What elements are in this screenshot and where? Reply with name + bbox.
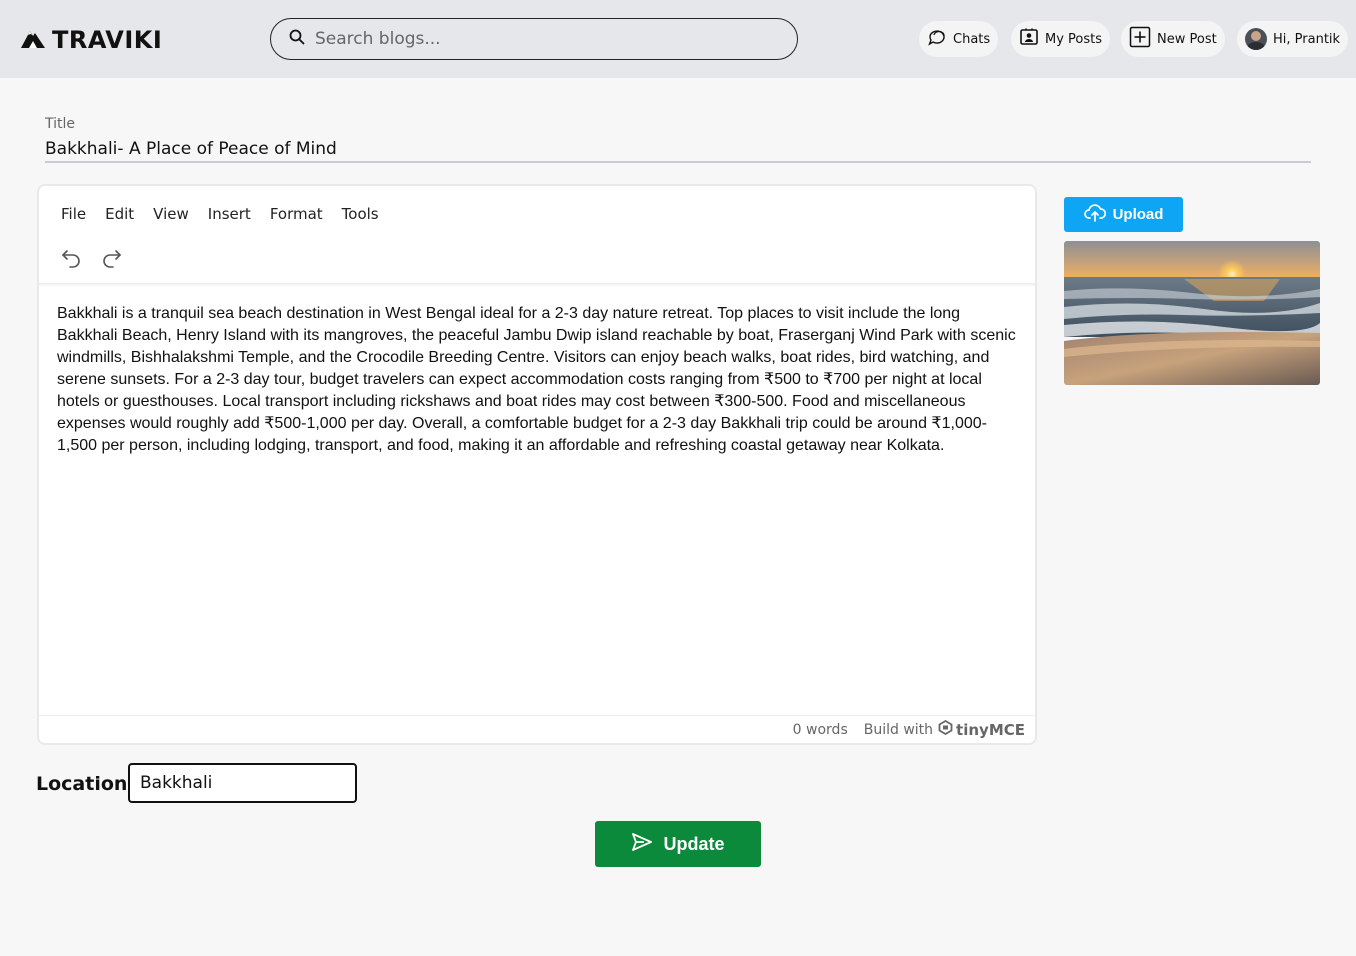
nav-new-post-label: New Post	[1157, 31, 1217, 47]
editor-statusbar: 0 words Build with tinyMCE	[39, 715, 1035, 743]
tinymce-link[interactable]: tinyMCE	[938, 719, 1025, 739]
search-bar	[270, 18, 798, 60]
nav-chats-button[interactable]: Chats	[919, 21, 999, 57]
nav-my-posts-label: My Posts	[1045, 31, 1103, 47]
menu-format[interactable]: Format	[270, 205, 323, 223]
redo-icon[interactable]	[100, 246, 124, 270]
menu-insert[interactable]: Insert	[208, 205, 251, 223]
menu-file[interactable]: File	[61, 205, 86, 223]
mountain-logo-icon	[20, 27, 46, 53]
top-header: TRAVIKI Chats My Posts New Post Hi, Pran…	[0, 0, 1356, 78]
avatar	[1245, 28, 1267, 50]
nav-profile-button[interactable]: Hi, Prantik	[1237, 21, 1349, 57]
editor-toolbar	[59, 246, 124, 270]
beach-sunset-image	[1064, 241, 1320, 385]
chat-icon	[927, 27, 947, 51]
word-count[interactable]: 0 words	[793, 722, 848, 738]
build-with-label: Build with	[863, 721, 934, 738]
menu-edit[interactable]: Edit	[105, 205, 134, 223]
title-label: Title	[45, 116, 76, 132]
editor-content[interactable]: Bakkhali is a tranquil sea beach destina…	[57, 303, 1022, 457]
editor-menubar: File Edit View Insert Format Tools	[61, 205, 379, 223]
location-label: Location:	[36, 773, 136, 795]
tinymce-logo-icon	[938, 719, 953, 739]
nav-new-post-button[interactable]: New Post	[1121, 21, 1225, 57]
update-label: Update	[663, 833, 725, 854]
menu-view[interactable]: View	[153, 205, 189, 223]
build-with-text: Build with tinyMCE	[863, 719, 1025, 739]
update-button[interactable]: Update	[595, 821, 761, 867]
title-input[interactable]	[45, 137, 1311, 163]
search-icon	[289, 29, 305, 49]
search-input[interactable]	[315, 29, 755, 49]
send-icon	[631, 832, 653, 857]
nav-my-posts-button[interactable]: My Posts	[1011, 21, 1111, 57]
cover-image-preview	[1064, 241, 1320, 385]
plus-square-icon	[1129, 26, 1151, 52]
logo-text: TRAVIKI	[52, 26, 163, 54]
tinymce-brand: tinyMCE	[956, 720, 1025, 739]
cloud-upload-icon	[1083, 203, 1106, 226]
app-logo[interactable]: TRAVIKI	[20, 26, 162, 54]
rich-text-editor: File Edit View Insert Format Tools Bakkh…	[37, 184, 1037, 745]
undo-icon[interactable]	[59, 246, 83, 270]
toolbar-divider	[39, 283, 1035, 287]
upload-button[interactable]: Upload	[1064, 197, 1183, 232]
nav-greeting-label: Hi, Prantik	[1273, 31, 1341, 47]
profile-card-icon	[1019, 27, 1039, 51]
menu-tools[interactable]: Tools	[342, 205, 379, 223]
upload-label: Upload	[1112, 206, 1164, 223]
location-input[interactable]	[128, 763, 357, 803]
nav-chats-label: Chats	[953, 31, 991, 47]
